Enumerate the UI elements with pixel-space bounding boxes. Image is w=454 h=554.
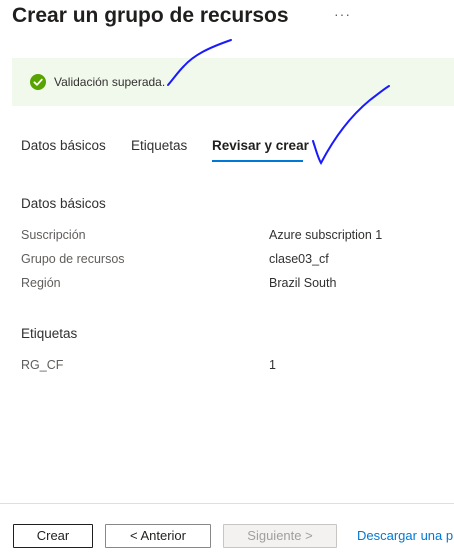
tab-basics[interactable]: Datos básicos [21, 138, 106, 153]
active-tab-indicator [212, 160, 303, 162]
region-value: Brazil South [269, 276, 337, 290]
page-title: Crear un grupo de recursos [12, 4, 289, 27]
tag-name-label: RG_CF [21, 358, 64, 372]
tab-bar: Datos básicos Etiquetas Revisar y crear [0, 136, 454, 166]
tags-section-title: Etiquetas [21, 326, 78, 341]
tab-tags[interactable]: Etiquetas [131, 138, 187, 153]
download-template-link[interactable]: Descargar una p [357, 528, 453, 543]
check-circle-icon [30, 74, 46, 90]
tab-review-create[interactable]: Revisar y crear [212, 138, 309, 153]
create-resource-group-page: Crear un grupo de recursos ··· Validació… [0, 0, 454, 554]
more-options-icon[interactable]: ··· [334, 6, 351, 22]
subscription-label: Suscripción [21, 228, 86, 242]
subscription-value: Azure subscription 1 [269, 228, 383, 242]
resource-group-label: Grupo de recursos [21, 252, 125, 266]
resource-group-value: clase03_cf [269, 252, 329, 266]
create-button[interactable]: Crear [13, 524, 93, 548]
basics-section-title: Datos básicos [21, 196, 106, 211]
region-label: Región [21, 276, 61, 290]
tag-value: 1 [269, 358, 276, 372]
next-button[interactable]: Siguiente > [223, 524, 337, 548]
previous-button[interactable]: < Anterior [105, 524, 211, 548]
validation-message: Validación superada. [54, 75, 166, 89]
validation-banner: Validación superada. [12, 58, 454, 106]
footer-divider [0, 503, 454, 504]
